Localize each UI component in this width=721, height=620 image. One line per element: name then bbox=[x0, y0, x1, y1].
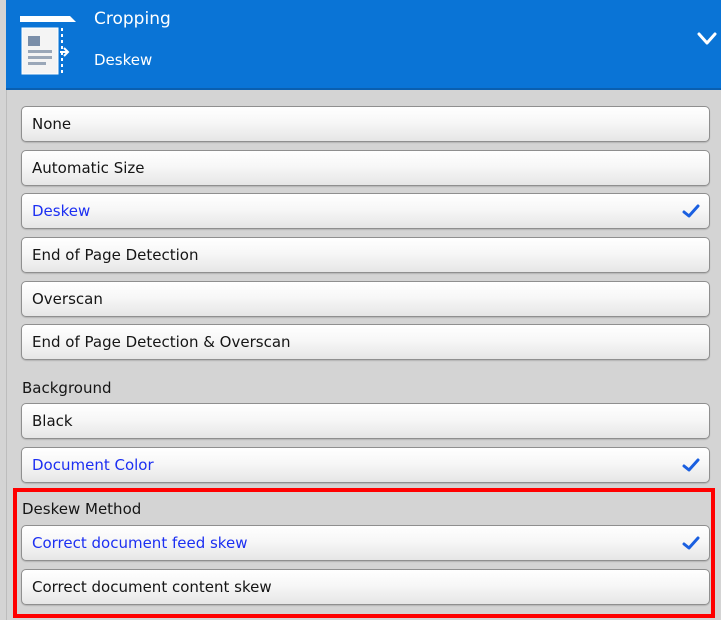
document-crop-icon bbox=[20, 16, 76, 75]
option-overscan-button[interactable]: Overscan bbox=[21, 281, 710, 317]
background-document-color-button[interactable]: Document Color bbox=[21, 447, 710, 483]
option-automatic-size-button[interactable]: Automatic Size bbox=[21, 150, 710, 186]
option-end-of-page-detection-overscan-button[interactable]: End of Page Detection & Overscan bbox=[21, 324, 710, 360]
option-end-of-page-detection-button[interactable]: End of Page Detection bbox=[21, 237, 710, 273]
background-black-button[interactable]: Black bbox=[21, 403, 710, 439]
option-none-button[interactable]: None bbox=[21, 106, 710, 142]
header-subtitle: Deskew bbox=[94, 51, 153, 69]
option-label: End of Page Detection bbox=[32, 246, 199, 264]
chevron-down-icon[interactable] bbox=[697, 32, 717, 46]
option-label: Automatic Size bbox=[32, 159, 145, 177]
background-section-label: Background bbox=[22, 379, 112, 397]
option-label: Deskew bbox=[32, 202, 91, 220]
option-deskew-button[interactable]: Deskew bbox=[21, 193, 710, 229]
option-label: Document Color bbox=[32, 456, 154, 474]
option-label: End of Page Detection & Overscan bbox=[32, 333, 291, 351]
header-title: Cropping bbox=[94, 9, 171, 29]
option-label: None bbox=[32, 115, 72, 133]
option-label: Overscan bbox=[32, 290, 103, 308]
checkmark-icon bbox=[682, 204, 700, 218]
deskew-method-highlight bbox=[13, 488, 715, 618]
checkmark-icon bbox=[682, 458, 700, 472]
cropping-header[interactable]: Cropping Deskew bbox=[6, 0, 721, 90]
option-label: Black bbox=[32, 412, 73, 430]
